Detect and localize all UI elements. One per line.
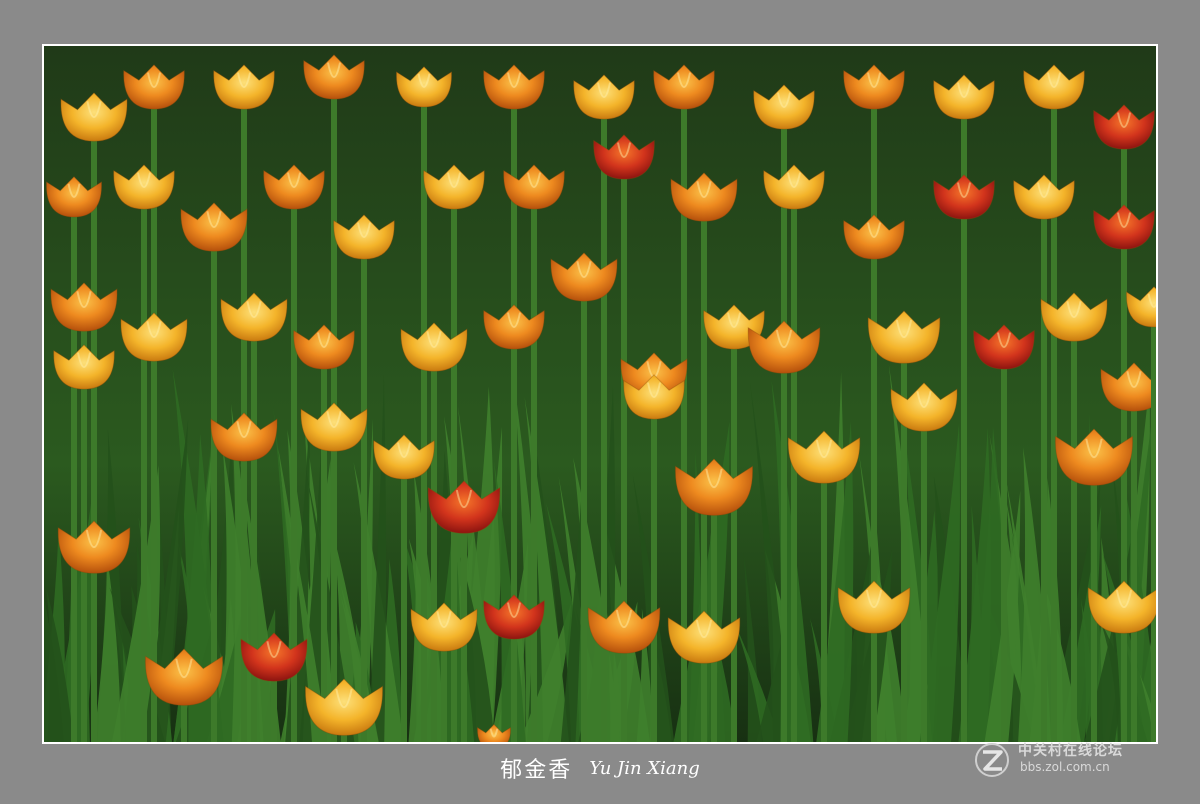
caption-latin: Yu Jin Xiang xyxy=(589,757,700,779)
tulip-photo xyxy=(44,46,1156,742)
watermark-site-name: 中关村在线论坛 xyxy=(1018,743,1123,759)
zol-logo-icon xyxy=(975,743,1009,777)
site-watermark: 中关村在线论坛 bbs.zol.com.cn xyxy=(974,740,1164,782)
caption-chinese: 郁金香 xyxy=(500,758,573,783)
photo-frame: 郁金香 Yu Jin Xiang 中关村在线论坛 bbs.zol.com.cn xyxy=(0,0,1200,804)
watermark-url: bbs.zol.com.cn xyxy=(1020,760,1110,774)
